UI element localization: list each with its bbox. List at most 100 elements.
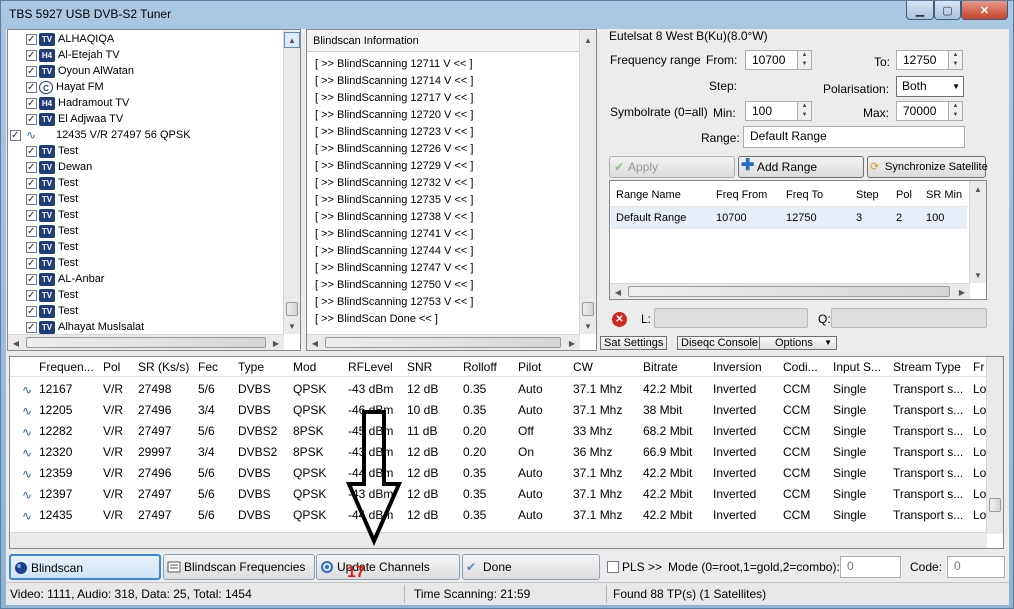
channel-tree-vscroll[interactable]: ▲ ▼ — [283, 30, 300, 334]
results-column-header[interactable]: Rolloff — [463, 360, 497, 374]
update-channels-button[interactable]: Update Channels — [316, 554, 460, 580]
results-column-header[interactable]: Mod — [293, 360, 316, 374]
scroll-right-icon[interactable]: ▶ — [268, 335, 284, 350]
results-column-header[interactable]: Bitrate — [643, 360, 678, 374]
channel-tree[interactable]: TVALHAQIQAH4Al-Etejah TVTVOyoun AlWatanC… — [7, 29, 301, 351]
channel-item[interactable]: H4Al-Etejah TV — [26, 47, 120, 64]
scroll-right-icon[interactable]: ▶ — [954, 284, 970, 299]
results-column-header[interactable]: Pilot — [518, 360, 541, 374]
min-spinner[interactable]: ▲ ▼ — [797, 101, 812, 121]
scroll-up-icon[interactable]: ▲ — [284, 32, 300, 48]
from-spinner[interactable]: ▲ ▼ — [797, 50, 812, 70]
range-vscroll[interactable]: ▲ ▼ — [969, 181, 986, 283]
range-column-header[interactable]: Freq To — [786, 189, 823, 201]
title-bar[interactable]: TBS 5927 USB DVB-S2 Tuner ▁ ▢ ✕ — [1, 1, 1013, 29]
channel-item[interactable]: TVTest — [26, 255, 78, 272]
table-row[interactable]: ∿ 12359 V/R 27496 5/6 DVBS QPSK -44 dBm 12 dB 0.3… — [10, 462, 1003, 483]
results-column-header[interactable]: SNR — [407, 360, 432, 374]
channel-checkbox[interactable] — [26, 112, 37, 128]
blindscan-frequencies-button[interactable]: Blindscan Frequencies — [163, 554, 315, 580]
results-column-header[interactable]: Stream Type — [893, 360, 961, 374]
scroll-thumb[interactable] — [582, 302, 594, 316]
channel-checkbox[interactable] — [26, 64, 37, 80]
max-spinner[interactable]: ▲ ▼ — [948, 101, 963, 121]
channel-checkbox[interactable] — [26, 224, 37, 240]
range-hscroll[interactable]: ◀ ▶ — [610, 283, 970, 299]
hscroll-thumb[interactable] — [26, 337, 266, 348]
max-input[interactable]: 70000 — [896, 101, 949, 121]
channel-checkbox[interactable] — [26, 80, 37, 96]
channel-checkbox[interactable] — [26, 48, 37, 64]
scroll-left-icon[interactable]: ◀ — [8, 335, 24, 350]
done-button[interactable]: ✔ Done — [462, 554, 600, 580]
results-column-header[interactable]: RFLevel — [348, 360, 393, 374]
channel-item[interactable]: TVAL-Anbar — [26, 271, 104, 288]
channel-checkbox[interactable] — [26, 256, 37, 272]
channel-checkbox[interactable] — [26, 144, 37, 160]
channel-checkbox[interactable] — [26, 96, 37, 112]
results-column-header[interactable]: Fec — [198, 360, 218, 374]
channel-item[interactable]: TVDewan — [26, 159, 92, 176]
channel-item[interactable]: H4Hadramout TV — [26, 95, 129, 112]
channel-checkbox[interactable] — [26, 32, 37, 48]
channel-item[interactable]: TVTest — [26, 175, 78, 192]
scroll-down-icon[interactable]: ▼ — [580, 318, 596, 334]
channel-checkbox[interactable] — [26, 304, 37, 320]
blindscan-button[interactable]: Blindscan — [9, 554, 161, 580]
channel-checkbox[interactable] — [26, 272, 37, 288]
sat-settings-button[interactable]: Sat Settings — [600, 336, 668, 350]
results-column-header[interactable]: Codi... — [783, 360, 818, 374]
results-column-header[interactable]: SR (Ks/s) — [138, 360, 189, 374]
to-input[interactable]: 12750 — [896, 50, 949, 70]
results-column-header[interactable]: Type — [238, 360, 264, 374]
channel-checkbox[interactable] — [26, 320, 37, 336]
channel-checkbox[interactable] — [26, 288, 37, 304]
close-button[interactable]: ✕ — [961, 1, 1008, 20]
results-column-header[interactable]: Inversion — [713, 360, 762, 374]
apply-button[interactable]: ✔ Apply — [609, 156, 735, 178]
channel-item[interactable]: TVALHAQIQA — [26, 31, 114, 48]
minimize-button[interactable]: ▁ — [906, 1, 934, 20]
scroll-down-icon[interactable]: ▼ — [970, 267, 986, 283]
channel-checkbox[interactable] — [26, 176, 37, 192]
results-hscroll[interactable] — [10, 532, 987, 548]
channel-item[interactable]: TVAlhayat Muslsalat — [26, 319, 144, 336]
range-column-header[interactable]: Step — [856, 189, 879, 201]
min-input[interactable]: 100 — [745, 101, 798, 121]
table-row[interactable]: ∿ 12320 V/R 29997 3/4 DVBS2 8PSK -43 dBm 12 dB 0.… — [10, 441, 1003, 462]
hscroll-thumb[interactable] — [325, 337, 561, 348]
add-range-button[interactable]: ✚ Add Range — [738, 156, 864, 178]
scroll-up-icon[interactable]: ▲ — [580, 32, 596, 48]
results-vscroll[interactable] — [986, 357, 1003, 534]
range-column-header[interactable]: Freq From — [716, 189, 767, 201]
hscroll-thumb[interactable] — [628, 286, 950, 297]
scroll-left-icon[interactable]: ◀ — [307, 335, 323, 350]
code-input[interactable]: 0 — [947, 556, 1005, 578]
from-input[interactable]: 10700 — [745, 50, 798, 70]
range-column-header[interactable]: Range Name — [616, 189, 681, 201]
range-name-input[interactable]: Default Range — [743, 126, 965, 148]
channel-item[interactable]: TVTest — [26, 287, 78, 304]
channel-item[interactable]: TVTest — [26, 207, 78, 224]
range-column-header[interactable]: Pol — [896, 189, 912, 201]
transponder-item[interactable]: ∿ 12435 V/R 27497 56 QPSK — [10, 127, 191, 144]
maximize-button[interactable]: ▢ — [934, 1, 961, 20]
results-column-header[interactable]: Fr — [973, 360, 984, 374]
table-row[interactable]: ∿ 12397 V/R 27497 5/6 DVBS QPSK -43 dBm 12 dB 0.3… — [10, 483, 1003, 504]
channel-checkbox[interactable] — [26, 208, 37, 224]
channel-checkbox[interactable] — [26, 192, 37, 208]
pls-checkbox[interactable] — [607, 561, 619, 573]
results-column-header[interactable]: Frequen... — [39, 360, 94, 374]
mode-input[interactable]: 0 — [840, 556, 901, 578]
channel-tree-hscroll[interactable]: ◀ ▶ — [8, 334, 284, 350]
scroll-thumb[interactable] — [989, 498, 1001, 512]
channel-item[interactable]: TVTest — [26, 239, 78, 256]
scroll-right-icon[interactable]: ▶ — [564, 335, 580, 350]
scroll-up-icon[interactable]: ▲ — [970, 181, 986, 197]
channel-item[interactable]: TVTest — [26, 303, 78, 320]
channel-checkbox[interactable] — [26, 160, 37, 176]
channel-checkbox[interactable] — [10, 128, 21, 144]
channel-item[interactable]: TVTest — [26, 191, 78, 208]
diseqc-console-button[interactable]: Diseqc Console — [677, 336, 763, 350]
results-column-header[interactable]: Pol — [103, 360, 120, 374]
